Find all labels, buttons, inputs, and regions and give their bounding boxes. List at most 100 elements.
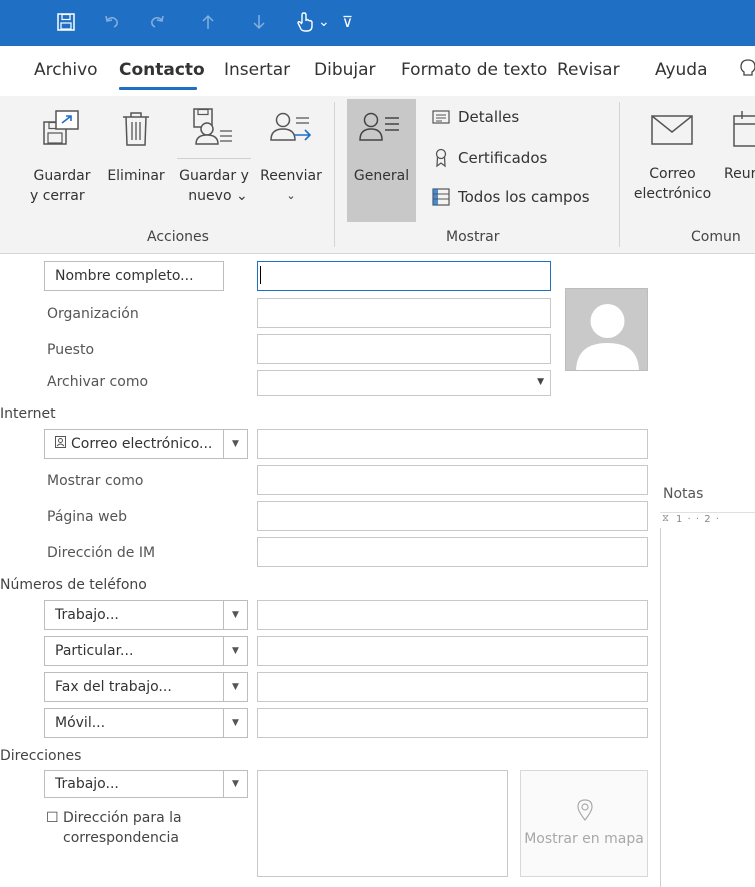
tab-revisar[interactable]: Revisar bbox=[557, 60, 620, 80]
certificate-icon bbox=[435, 148, 447, 168]
email-type-button[interactable]: Correo electrónico... bbox=[44, 429, 224, 459]
notes-label: Notas bbox=[663, 486, 704, 502]
certificates-button[interactable]: Certificados bbox=[432, 148, 547, 168]
file-as-label: Archivar como bbox=[47, 374, 149, 390]
save-and-close-label: Guardar y cerrar bbox=[30, 168, 91, 204]
save-close-icon bbox=[43, 110, 79, 145]
forward-label: Reenviar ⌄ bbox=[260, 168, 322, 202]
show-on-map-button[interactable]: Mostrar en mapa bbox=[520, 770, 648, 877]
address-field[interactable] bbox=[257, 770, 508, 877]
phone-type-button-mobile[interactable]: Móvil... bbox=[44, 708, 224, 738]
email-label: Correo electrónico bbox=[633, 166, 712, 202]
all-fields-icon bbox=[432, 188, 450, 206]
email-field[interactable] bbox=[257, 429, 648, 459]
phone-type-dropdown[interactable]: ▼ bbox=[224, 636, 248, 666]
meeting-button[interactable]: Reur bbox=[722, 104, 755, 220]
delete-button[interactable]: Eliminar bbox=[103, 104, 169, 220]
job-title-label: Puesto bbox=[47, 342, 95, 358]
full-name-button[interactable]: Nombre completo... bbox=[44, 261, 224, 291]
organization-field[interactable] bbox=[257, 298, 551, 328]
mail-icon bbox=[651, 115, 693, 145]
tab-formato-texto[interactable]: Formato de texto bbox=[401, 60, 547, 80]
phone-type-button-work[interactable]: Trabajo... bbox=[44, 600, 224, 630]
lightbulb-icon[interactable] bbox=[740, 58, 755, 84]
save-and-close-button[interactable]: Guardar y cerrar bbox=[27, 104, 97, 220]
phone-numbers-section-label: Números de teléfono bbox=[0, 577, 147, 593]
mobile-phone-field[interactable] bbox=[257, 708, 648, 738]
display-as-field[interactable] bbox=[257, 465, 648, 495]
internet-section-label: Internet bbox=[0, 406, 56, 422]
web-page-label: Página web bbox=[47, 509, 128, 525]
organization-label: Organización bbox=[47, 306, 139, 322]
job-title-field[interactable] bbox=[257, 334, 551, 364]
contact-card-icon bbox=[359, 112, 399, 141]
im-address-label: Dirección de IM bbox=[47, 545, 156, 561]
phone-type-button-home[interactable]: Particular... bbox=[44, 636, 224, 666]
group-label-acciones: Acciones bbox=[147, 229, 209, 245]
all-fields-label: Todos los campos bbox=[458, 188, 590, 206]
home-phone-field[interactable] bbox=[257, 636, 648, 666]
address-type-dropdown[interactable]: ▼ bbox=[224, 770, 248, 798]
redo-icon[interactable] bbox=[148, 10, 166, 34]
address-type-button[interactable]: Trabajo... bbox=[44, 770, 224, 798]
ribbon-tabs: Archivo Contacto Insertar Dibujar Format… bbox=[0, 46, 755, 96]
details-button[interactable]: Detalles bbox=[432, 108, 519, 126]
save-and-new-button[interactable]: Guardar y nuevo ⌄ bbox=[174, 104, 254, 220]
map-pin-icon bbox=[577, 799, 593, 821]
mailing-address-label: Dirección para la bbox=[63, 810, 182, 826]
calendar-icon bbox=[733, 111, 755, 147]
meeting-label: Reur bbox=[724, 166, 755, 182]
save-and-new-label: Guardar y nuevo ⌄ bbox=[179, 168, 249, 204]
contact-card-icon bbox=[55, 436, 66, 452]
text-caret bbox=[260, 266, 261, 284]
notes-field[interactable] bbox=[661, 528, 755, 887]
phone-type-dropdown[interactable]: ▼ bbox=[224, 600, 248, 630]
ribbon: Guardar y cerrar Eliminar Guardar y nuevo … bbox=[0, 96, 755, 254]
quick-access-toolbar: ⌄ ⊽ bbox=[0, 0, 755, 46]
tab-insertar[interactable]: Insertar bbox=[224, 60, 290, 80]
trash-icon bbox=[123, 112, 149, 146]
work-phone-field[interactable] bbox=[257, 600, 648, 630]
phone-type-dropdown[interactable]: ▼ bbox=[224, 672, 248, 702]
touch-mode-icon[interactable] bbox=[295, 10, 315, 34]
general-button[interactable]: General bbox=[347, 99, 416, 222]
split-divider bbox=[177, 158, 251, 159]
tab-archivo[interactable]: Archivo bbox=[34, 60, 98, 80]
forward-button[interactable]: Reenviar ⌄ bbox=[257, 104, 325, 220]
email-type-dropdown[interactable]: ▼ bbox=[224, 429, 248, 459]
chevron-down-icon: ▼ bbox=[537, 377, 544, 387]
details-icon bbox=[432, 110, 450, 124]
tab-contacto[interactable]: Contacto bbox=[119, 60, 205, 80]
customize-icon[interactable]: ⊽ bbox=[342, 10, 353, 34]
up-arrow-icon[interactable] bbox=[200, 10, 216, 34]
details-label: Detalles bbox=[458, 108, 520, 126]
display-as-label: Mostrar como bbox=[47, 473, 144, 489]
active-tab-underline bbox=[119, 87, 197, 90]
email-type-label: Correo electrónico... bbox=[71, 436, 213, 452]
web-page-field[interactable] bbox=[257, 501, 648, 531]
chevron-down-icon[interactable]: ⌄ bbox=[318, 10, 330, 34]
ruler-ticks: 1 · · 2 · bbox=[676, 514, 720, 525]
phone-type-dropdown[interactable]: ▼ bbox=[224, 708, 248, 738]
group-separator bbox=[619, 102, 620, 247]
show-on-map-label: Mostrar en mapa bbox=[524, 831, 644, 847]
tab-ayuda[interactable]: Ayuda bbox=[655, 60, 708, 80]
tab-dibujar[interactable]: Dibujar bbox=[314, 60, 376, 80]
mailing-address-checkbox[interactable]: ☐ Dirección para la correspondencia bbox=[46, 808, 182, 848]
contact-photo[interactable] bbox=[565, 288, 648, 371]
save-icon[interactable] bbox=[56, 10, 76, 34]
fax-field[interactable] bbox=[257, 672, 648, 702]
phone-type-button-fax[interactable]: Fax del trabajo... bbox=[44, 672, 224, 702]
mailing-address-label-line2: correspondencia bbox=[63, 830, 179, 846]
all-fields-button[interactable]: Todos los campos bbox=[432, 188, 590, 206]
down-arrow-icon[interactable] bbox=[251, 10, 267, 34]
group-label-mostrar: Mostrar bbox=[446, 229, 500, 245]
checkbox-icon[interactable]: ☐ bbox=[46, 810, 59, 826]
file-as-dropdown[interactable]: ▼ bbox=[257, 370, 551, 396]
email-button[interactable]: Correo electrónico bbox=[630, 104, 715, 220]
certificates-label: Certificados bbox=[458, 149, 548, 167]
im-address-field[interactable] bbox=[257, 537, 648, 567]
undo-icon[interactable] bbox=[103, 10, 121, 34]
full-name-field[interactable] bbox=[257, 261, 551, 291]
indent-marker-icon[interactable]: ⧖ bbox=[662, 513, 669, 524]
